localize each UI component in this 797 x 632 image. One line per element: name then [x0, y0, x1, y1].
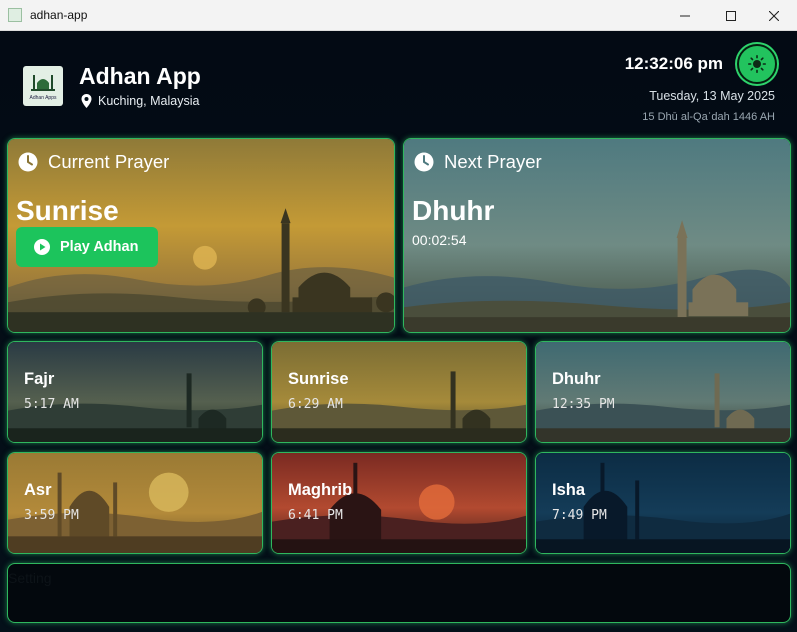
hijri-date: 15 Dhū al-Qaʿdah 1446 AH	[642, 111, 775, 123]
window-titlebar: adhan-app	[0, 0, 797, 31]
prayer-time: 6:41 PM	[288, 508, 343, 523]
app-title: Adhan App	[79, 63, 201, 89]
app-logo: Adhan Apps	[23, 66, 63, 106]
prayer-card-sunrise[interactable]: Sunrise 6:29 AM	[271, 341, 527, 443]
current-prayer-header: Current Prayer	[18, 151, 169, 173]
prayer-card-maghrib[interactable]: Maghrib 6:41 PM	[271, 452, 527, 554]
next-prayer-name: Dhuhr	[412, 195, 495, 226]
minimize-button[interactable]	[662, 0, 708, 31]
app-window-icon	[8, 8, 22, 22]
play-adhan-button[interactable]: Play Adhan	[16, 227, 158, 267]
prayer-name: Sunrise	[288, 370, 349, 388]
prayer-time: 5:17 AM	[24, 397, 79, 412]
next-prayer-card: Next Prayer Dhuhr 00:02:54	[403, 138, 791, 333]
logo-caption: Adhan Apps	[29, 95, 57, 101]
prayer-time: 7:49 PM	[552, 508, 607, 523]
settings-panel[interactable]: Setting	[7, 563, 791, 623]
location-pin-icon	[81, 94, 92, 108]
current-prayer-name: Sunrise	[16, 195, 119, 226]
prayer-card-asr[interactable]: Asr 3:59 PM	[7, 452, 263, 554]
next-prayer-header-label: Next Prayer	[444, 151, 542, 172]
prayer-name: Maghrib	[288, 481, 353, 499]
play-adhan-label: Play Adhan	[60, 239, 139, 255]
clock-icon	[414, 152, 434, 172]
maximize-icon	[726, 10, 736, 21]
maximize-button[interactable]	[708, 0, 754, 31]
prayer-time: 6:29 AM	[288, 397, 343, 412]
app-root: Adhan Apps Adhan App Kuching, Malaysia 1…	[0, 31, 797, 632]
sun-icon	[748, 55, 766, 73]
prayer-name: Isha	[552, 481, 586, 499]
current-prayer-header-label: Current Prayer	[48, 151, 170, 172]
prayer-time: 12:35 PM	[552, 397, 615, 412]
prayer-card-fajr[interactable]: Fajr 5:17 AM	[7, 341, 263, 443]
prayer-time: 3:59 PM	[24, 508, 79, 523]
location-text: Kuching, Malaysia	[98, 94, 200, 108]
current-time: 12:32:06 pm	[624, 54, 723, 73]
prayer-name: Dhuhr	[552, 370, 601, 388]
prayer-name: Fajr	[24, 370, 55, 388]
prayer-name: Asr	[24, 481, 52, 499]
clock-icon	[18, 152, 38, 172]
theme-toggle-button[interactable]	[737, 44, 777, 84]
close-button[interactable]	[751, 0, 797, 31]
gregorian-date: Tuesday, 13 May 2025	[649, 89, 775, 103]
play-icon	[34, 239, 50, 255]
minimize-icon	[680, 15, 690, 16]
prayer-card-isha[interactable]: Isha 7:49 PM	[535, 452, 791, 554]
mosque-logo-icon	[31, 75, 55, 91]
next-prayer-header: Next Prayer	[414, 151, 542, 173]
window-title: adhan-app	[30, 8, 88, 22]
settings-label: Setting	[8, 570, 52, 586]
location: Kuching, Malaysia	[81, 94, 199, 108]
current-prayer-card: Current Prayer Sunrise Play Adhan	[7, 138, 395, 333]
close-icon	[769, 10, 779, 21]
next-prayer-countdown: 00:02:54	[412, 232, 467, 248]
prayer-card-dhuhr[interactable]: Dhuhr 12:35 PM	[535, 341, 791, 443]
